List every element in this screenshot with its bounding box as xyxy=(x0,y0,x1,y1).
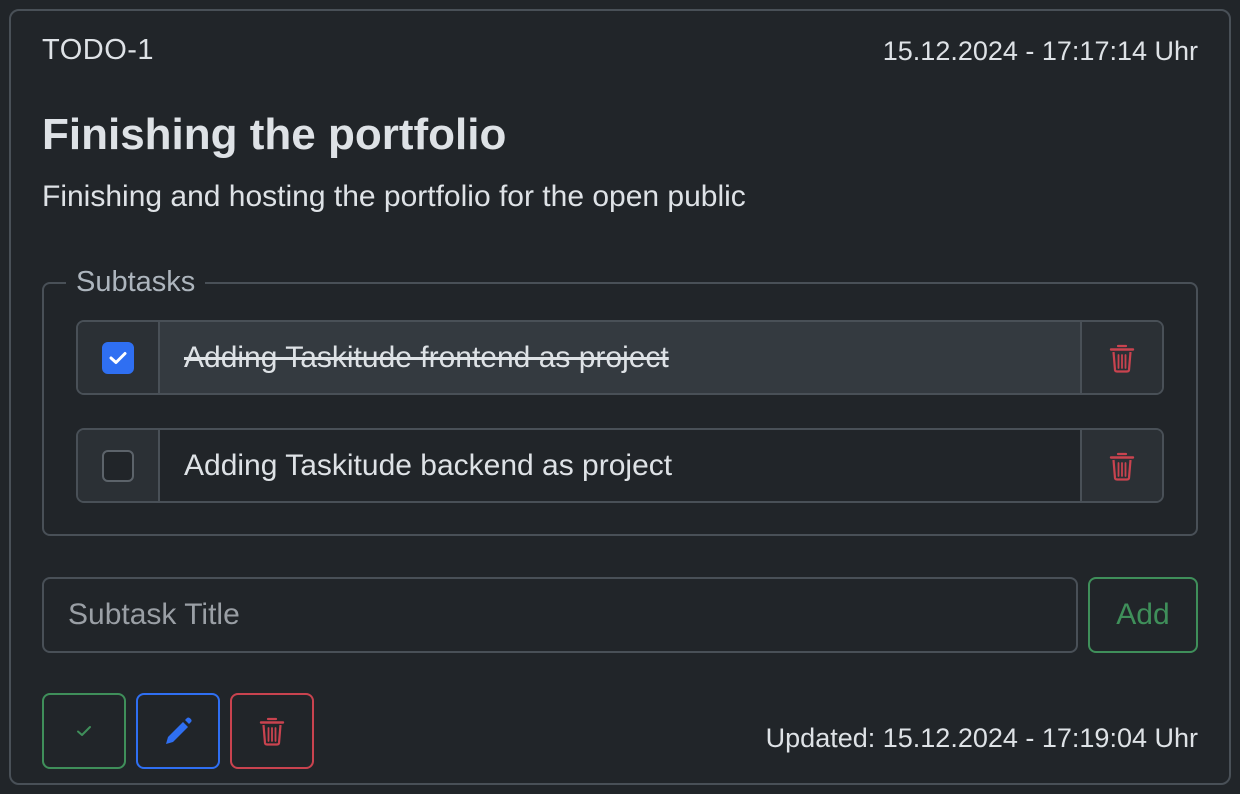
created-timestamp: 15.12.2024 - 17:17:14 Uhr xyxy=(882,36,1198,66)
subtask-checkbox-cell xyxy=(78,322,160,393)
subtask-label[interactable]: Adding Taskitude frontend as project xyxy=(160,322,1080,393)
delete-todo-button[interactable] xyxy=(230,693,314,769)
trash-icon xyxy=(259,717,285,746)
edit-todo-button[interactable] xyxy=(136,693,220,769)
updated-timestamp: Updated: 15.12.2024 - 17:19:04 Uhr xyxy=(765,723,1198,753)
add-subtask-button[interactable]: Add xyxy=(1088,577,1198,653)
subtask-delete-button[interactable] xyxy=(1080,322,1162,393)
todo-description: Finishing and hosting the portfolio for … xyxy=(42,180,746,213)
pencil-icon xyxy=(166,717,192,744)
check-icon xyxy=(77,726,91,736)
todo-title: Finishing the portfolio xyxy=(42,110,507,159)
subtask-checkbox-cell xyxy=(78,430,160,501)
subtask-delete-button[interactable] xyxy=(1080,430,1162,501)
check-icon xyxy=(109,351,127,364)
subtask-title-input[interactable] xyxy=(42,577,1078,653)
subtask-row: Adding Taskitude frontend as project xyxy=(76,320,1164,395)
subtask-label[interactable]: Adding Taskitude backend as project xyxy=(160,430,1080,501)
complete-todo-button[interactable] xyxy=(42,693,126,769)
todo-id: TODO-1 xyxy=(42,34,155,66)
subtask-row: Adding Taskitude backend as project xyxy=(76,428,1164,503)
subtasks-legend: Subtasks xyxy=(76,266,196,298)
subtask-checkbox[interactable] xyxy=(102,341,134,374)
trash-icon xyxy=(1109,452,1135,481)
trash-icon xyxy=(1109,344,1135,373)
subtask-checkbox[interactable] xyxy=(102,449,134,482)
